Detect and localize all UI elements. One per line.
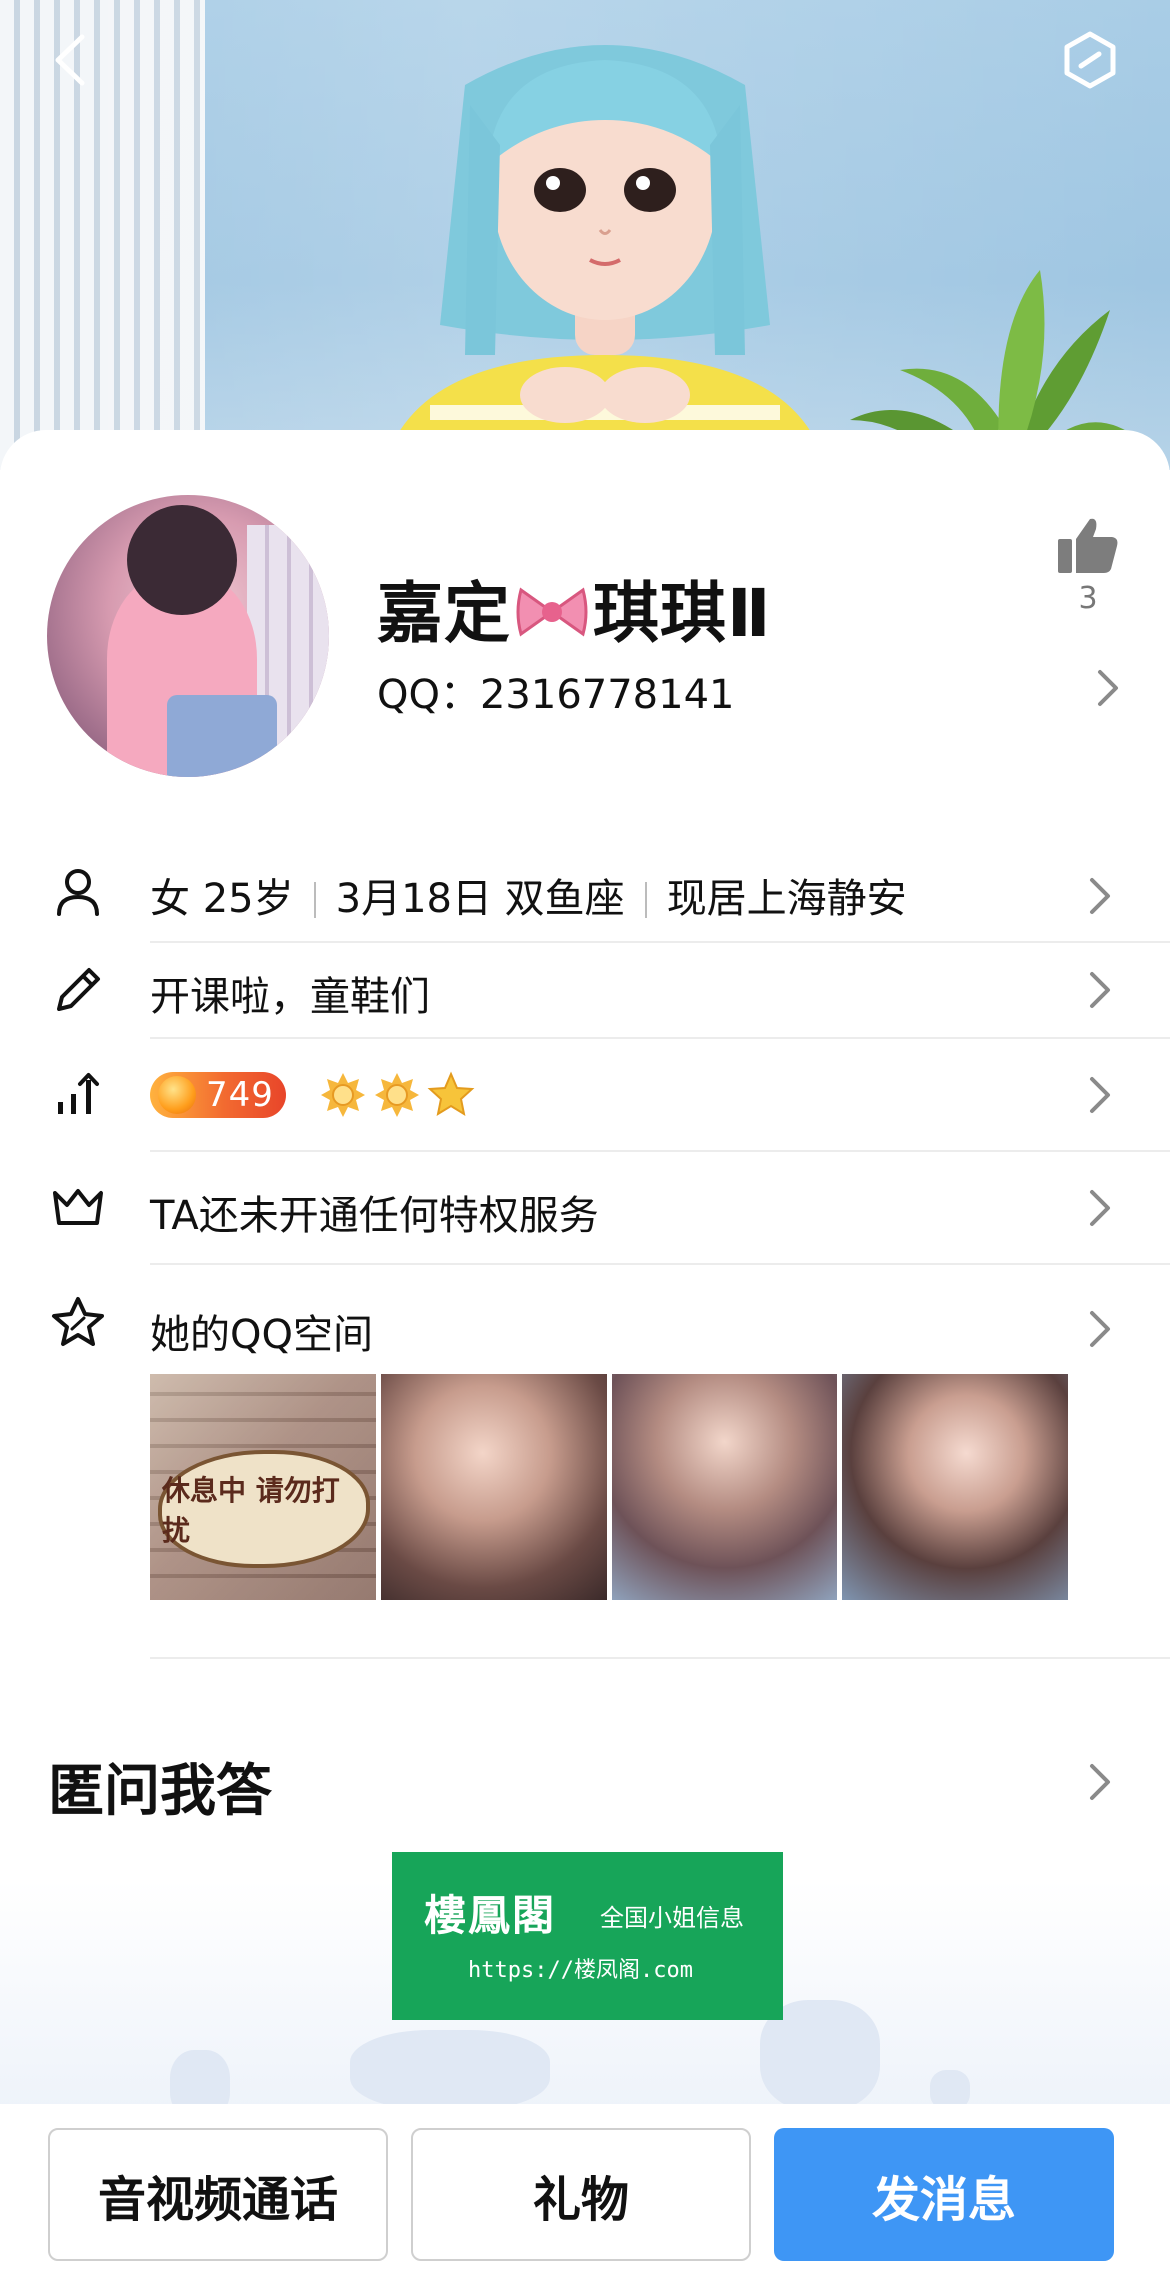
privilege-row[interactable]: TA还未开通任何特权服务 <box>0 1153 1170 1263</box>
gender: 女 <box>150 876 190 922</box>
bottom-action-bar: 音视频通话 礼物 发消息 <box>0 2104 1170 2291</box>
more-options-button[interactable] <box>1060 30 1120 90</box>
divider <box>150 1657 1170 1659</box>
separator <box>313 882 316 918</box>
qq-number: 2316778141 <box>479 672 735 718</box>
signature-text: 开课啦，童鞋们 <box>150 974 430 1020</box>
sun-icon <box>374 1073 419 1117</box>
ad-url: https://楼凤阁.com <box>468 1958 693 1983</box>
send-message-button[interactable]: 发消息 <box>774 2128 1114 2261</box>
qzone-text: 她的QQ空间 <box>150 1312 373 1358</box>
level-icons <box>319 1071 475 1119</box>
qq-number-row[interactable]: QQ：2316778141 <box>377 662 734 720</box>
nickname: 嘉定 琪琪Ⅱ <box>377 560 771 656</box>
video-call-button[interactable]: 音视频通话 <box>48 2128 388 2261</box>
divider <box>150 941 1170 943</box>
age: 25岁 <box>202 876 294 922</box>
bow-icon <box>516 587 588 637</box>
chevron-right-icon <box>1090 1311 1110 1347</box>
level-number: 749 <box>206 1075 274 1115</box>
qzone-photo[interactable]: 休息中 请勿打扰 <box>150 1374 376 1600</box>
crown-icon <box>53 1189 103 1225</box>
chevron-left-icon <box>55 34 85 86</box>
basic-info-row[interactable]: 女 25岁 3月18日 双鱼座 现居上海静安 <box>0 852 1170 942</box>
profile-avatar[interactable] <box>47 495 329 777</box>
star-outline-icon <box>52 1297 104 1346</box>
chevron-right-icon[interactable] <box>1094 668 1122 708</box>
separator <box>644 882 647 918</box>
qzone-photo[interactable] <box>380 1374 607 1600</box>
chevron-right-icon <box>1090 878 1110 914</box>
birthday: 3月18日 双鱼座 <box>335 876 625 922</box>
ad-title: 樓鳳閣 <box>424 1891 557 1940</box>
signature-row[interactable]: 开课啦，童鞋们 <box>0 944 1170 1038</box>
thumbs-up-icon <box>1058 518 1118 573</box>
star-icon <box>427 1071 475 1117</box>
profile-banner <box>0 0 1170 470</box>
ad-banner[interactable]: 樓鳳閣 全国小姐信息 https://楼凤阁.com <box>392 1852 783 2020</box>
back-button[interactable] <box>40 30 100 90</box>
chevron-right-icon[interactable] <box>1086 1762 1114 1802</box>
ad-subtitle: 全国小姐信息 <box>600 1904 744 1932</box>
crown-coin-icon <box>158 1076 196 1114</box>
person-icon <box>57 869 99 916</box>
like-count: 3 <box>1078 581 1098 616</box>
qzone-photo[interactable] <box>611 1374 838 1600</box>
chevron-right-icon <box>1090 1077 1110 1113</box>
chevron-right-icon <box>1090 1190 1110 1226</box>
divider <box>150 1263 1170 1265</box>
level-badge: 749 <box>150 1072 286 1118</box>
nickname-part2: 琪琪Ⅱ <box>593 575 772 652</box>
gift-button[interactable]: 礼物 <box>411 2128 751 2261</box>
qzone-photo[interactable] <box>842 1374 1068 1600</box>
divider <box>150 1150 1170 1152</box>
anonymous-qa-title[interactable]: 匿问我答 <box>48 1746 272 1827</box>
level-chart-icon <box>58 1073 99 1114</box>
pencil-icon <box>57 968 100 1011</box>
sun-icon <box>320 1073 365 1117</box>
qzone-row[interactable]: 她的QQ空间 <box>0 1266 1170 1366</box>
qzone-photos: 休息中 请勿打扰 <box>150 1374 1068 1600</box>
chevron-right-icon <box>1090 972 1110 1008</box>
like-button[interactable]: 3 <box>1052 515 1124 625</box>
rest-sign: 休息中 请勿打扰 <box>158 1450 370 1568</box>
nickname-part1: 嘉定 <box>377 575 511 652</box>
hexagon-menu-icon <box>1064 31 1116 89</box>
divider <box>150 1037 1170 1039</box>
privilege-text: TA还未开通任何特权服务 <box>150 1193 599 1239</box>
location: 现居上海静安 <box>666 876 907 922</box>
level-row[interactable]: 749 <box>0 1040 1170 1150</box>
banner-3d-avatar <box>383 45 827 470</box>
qq-label: QQ： <box>377 672 480 718</box>
sign-text: 休息中 请勿打扰 <box>162 1474 340 1547</box>
